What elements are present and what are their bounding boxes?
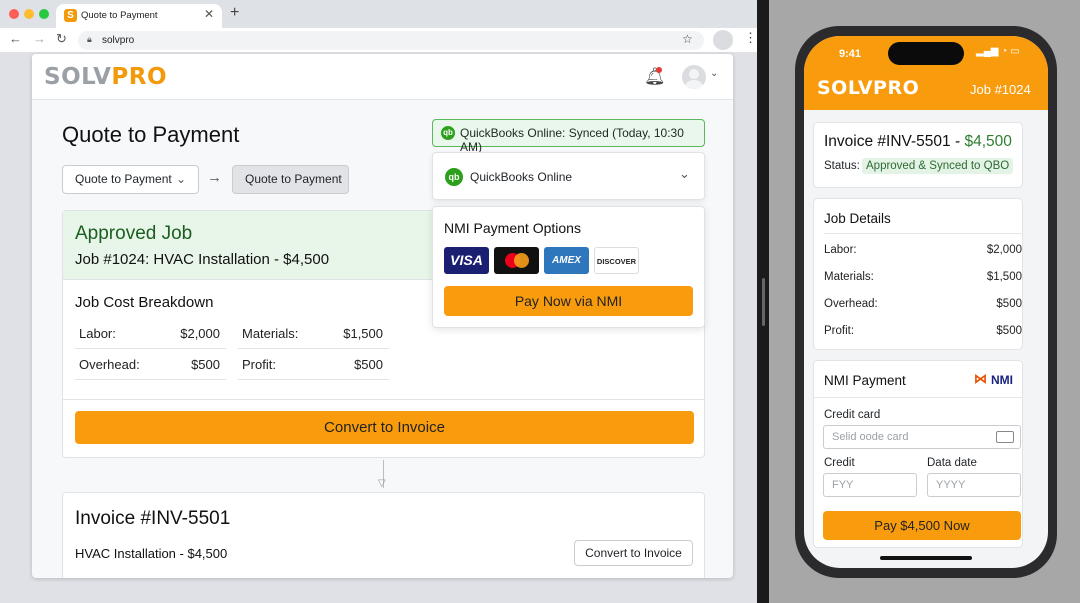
user-avatar[interactable]: [682, 65, 706, 89]
browser-tab-strip: S Quote to Payment ✕ +: [0, 0, 757, 28]
breakdown-overhead: Overhead: $500: [75, 349, 226, 380]
quickbooks-icon: qb: [445, 168, 463, 186]
minimize-window-button[interactable]: [24, 9, 34, 19]
visa-card-icon: VISA: [444, 247, 489, 274]
nmi-panel-title: NMI Payment Options: [444, 220, 581, 236]
credit-card-input[interactable]: Selid oode card: [823, 425, 1021, 449]
phone-screen: 9:41 ▂▄▆ ◔ ▭ SOLVPRO Job #1024 Invoice #…: [804, 36, 1048, 568]
phone-invoice-card: Invoice #INV-5501 - $4,500 Status: Appro…: [813, 122, 1023, 188]
chevron-down-icon: ⌄: [175, 172, 186, 186]
zoom-window-button[interactable]: [39, 9, 49, 19]
browser-profile-icon[interactable]: [713, 30, 733, 50]
reload-icon[interactable]: ↻: [56, 31, 67, 47]
phone-header: 9:41 ▂▄▆ ◔ ▭ SOLVPRO Job #1024: [804, 36, 1048, 110]
arrow-right-icon: →: [207, 169, 222, 186]
divider: [824, 233, 1022, 234]
status-time: 9:41: [839, 48, 862, 60]
credit-card-icon: [996, 431, 1014, 443]
phone-status-badge: Approved & Synced to QBO: [862, 158, 1014, 174]
phone-status-label: Status:: [824, 160, 860, 172]
discover-card-icon: DISCOVER: [594, 247, 639, 274]
sync-status-text: QuickBooks Online: Synced (Today, 10:30 …: [460, 126, 684, 154]
amex-card-icon: AMEX: [544, 247, 589, 274]
browser-toolbar: ← → ↻ 🔒︎ solvpro ☆ ⋮: [0, 28, 757, 52]
status-icons: ▂▄▆ ◔ ▭: [976, 46, 1020, 57]
divider: [814, 397, 1022, 398]
close-window-button[interactable]: [9, 9, 19, 19]
back-icon[interactable]: ←: [9, 31, 22, 46]
quickbooks-sync-status[interactable]: qb QuickBooks Online: Synced (Today, 10:…: [432, 119, 705, 154]
url-text: solvpro: [102, 35, 135, 46]
phone-row-profit: Profit: $500: [824, 325, 1022, 337]
invoice-card: Invoice #INV-5501 HVAC Installation - $4…: [62, 492, 705, 578]
quickbooks-icon: qb: [441, 126, 455, 140]
chevron-down-icon: ⌄: [679, 166, 690, 181]
app-window: SOLVPRO 🔔︎ ⌄ Quote to Payment qb QuickBo…: [32, 54, 733, 578]
breakdown-materials: Materials: $1,500: [238, 318, 389, 349]
browser-tab[interactable]: S Quote to Payment ✕: [56, 4, 222, 28]
page-title: Quote to Payment: [62, 122, 240, 147]
bookmark-star-icon[interactable]: ☆: [682, 32, 693, 46]
phone-invoice-title: Invoice #INV-5501 - $4,500: [824, 133, 1012, 150]
forward-icon[interactable]: →: [33, 31, 46, 46]
nmi-logo-icon: ⋈: [974, 371, 987, 386]
job-status-title: Approved Job: [75, 223, 193, 244]
phone-payment-title: NMI Payment: [824, 373, 906, 388]
nmi-logo-text: NMI: [991, 373, 1013, 387]
invoice-convert-button[interactable]: Convert to Invoice: [574, 540, 693, 566]
breakdown-title: Job Cost Breakdown: [75, 294, 214, 311]
credit-label: Credit: [824, 457, 855, 469]
app-header: SOLVPRO 🔔︎ ⌄: [32, 54, 733, 100]
notification-bell-icon[interactable]: 🔔︎: [644, 67, 666, 87]
arrow-down-icon: ▽: [378, 478, 386, 489]
breakdown-labor: Labor: $2,000: [75, 318, 226, 349]
phone-row-materials: Materials: $1,500: [824, 271, 1022, 283]
phone-payment-card: NMI Payment ⋈ NMI Credit card Selid oode…: [813, 360, 1023, 548]
date-label: Data date: [927, 457, 977, 469]
phone-job-details-card: Job Details Labor: $2,000 Materials: $1,50…: [813, 198, 1023, 350]
accounting-dropdown[interactable]: qb QuickBooks Online ⌄: [432, 152, 705, 200]
credit-expiry-input[interactable]: FYY: [823, 473, 917, 497]
split-resize-handle[interactable]: [762, 278, 765, 326]
browser-menu-icon[interactable]: ⋮: [744, 30, 757, 46]
phone-job-label: Job #1024: [970, 82, 1031, 97]
job-subtitle: Job #1024: HVAC Installation - $4,500: [75, 251, 330, 268]
notification-badge: [656, 67, 662, 73]
divider: [63, 399, 704, 400]
phone-pay-button[interactable]: Pay $4,500 Now: [823, 511, 1021, 540]
nmi-payment-panel: NMI Payment Options VISA AMEX DISCOVER P…: [432, 206, 705, 328]
phone-solvpro-logo: SOLVPRO: [817, 77, 920, 99]
address-bar[interactable]: 🔒︎ solvpro ☆: [78, 31, 704, 50]
home-indicator[interactable]: [880, 556, 972, 560]
mastercard-icon: [494, 247, 539, 274]
workflow-select[interactable]: Quote to Payment ⌄: [62, 165, 199, 194]
dropdown-selected: QuickBooks Online: [470, 170, 573, 184]
phone-device: 9:41 ▂▄▆ ◔ ▭ SOLVPRO Job #1024 Invoice #…: [795, 26, 1057, 578]
phone-row-labor: Labor: $2,000: [824, 244, 1022, 256]
workflow-step-button[interactable]: Quote to Payment: [232, 165, 349, 194]
new-tab-icon[interactable]: +: [230, 4, 239, 22]
chevron-down-icon[interactable]: ⌄: [710, 68, 718, 79]
breakdown-profit: Profit: $500: [238, 349, 389, 380]
favicon-icon: S: [64, 9, 77, 22]
invoice-title: Invoice #INV-5501: [75, 508, 231, 529]
phone-row-overhead: Overhead: $500: [824, 298, 1022, 310]
phone-details-title: Job Details: [824, 211, 891, 226]
tab-close-icon[interactable]: ✕: [204, 7, 214, 21]
date-year-input[interactable]: YYYY: [927, 473, 1021, 497]
lock-icon: 🔒︎: [87, 34, 92, 44]
pay-now-nmi-button[interactable]: Pay Now via NMI: [444, 286, 693, 316]
solvpro-logo[interactable]: SOLVPRO: [44, 64, 167, 90]
invoice-subtitle: HVAC Installation - $4,500: [75, 546, 228, 561]
tab-title: Quote to Payment: [81, 10, 158, 21]
convert-to-invoice-button[interactable]: Convert to Invoice: [75, 411, 694, 444]
dynamic-island: [888, 42, 964, 65]
credit-card-label: Credit card: [824, 409, 881, 421]
